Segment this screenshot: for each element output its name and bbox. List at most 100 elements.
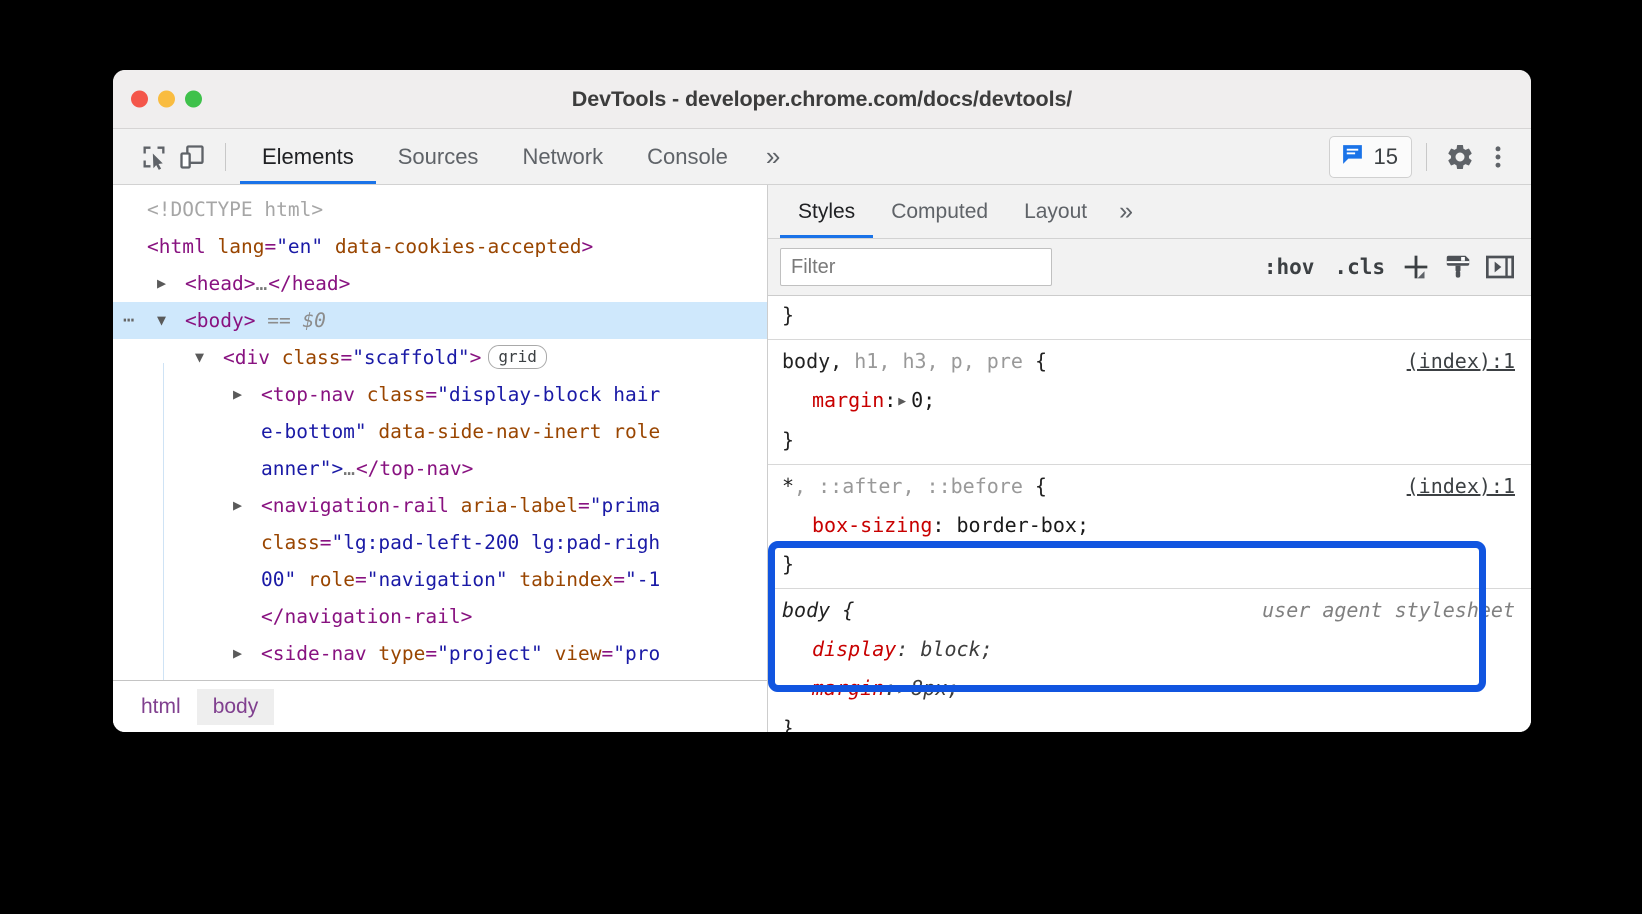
plus-icon[interactable] bbox=[1395, 246, 1437, 288]
rule-selector-line-ua[interactable]: body { user agent stylesheet bbox=[768, 591, 1531, 630]
dom-node-doctype[interactable]: <!DOCTYPE html> bbox=[113, 191, 767, 228]
tab-computed-label: Computed bbox=[891, 199, 989, 223]
inspect-element-icon[interactable] bbox=[135, 138, 173, 176]
style-rule-body-user-agent[interactable]: body { user agent stylesheet display: bl… bbox=[768, 589, 1531, 732]
dom-node-top-nav[interactable]: ▶ <top-nav class="display-block hair bbox=[113, 376, 767, 413]
selector-part-before: ::before bbox=[926, 474, 1023, 498]
dom-div-class-attr: class bbox=[281, 346, 341, 369]
tab-layout[interactable]: Layout bbox=[1006, 185, 1105, 238]
styles-toolbar: :hov .cls bbox=[768, 239, 1531, 296]
declaration-value-margin-ua[interactable]: 8px bbox=[911, 676, 947, 700]
dom-node-top-nav-cont1[interactable]: e-bottom" data-side-nav-inert role bbox=[113, 413, 767, 450]
dom-navrail-tag: navigation-rail bbox=[272, 494, 449, 517]
rule-close-line-ua: } bbox=[768, 709, 1531, 732]
tab-network[interactable]: Network bbox=[500, 129, 625, 184]
toggle-element-classes-button[interactable]: .cls bbox=[1324, 255, 1395, 279]
dom-node-navrail-cont1[interactable]: class="lg:pad-left-200 lg:pad-righ bbox=[113, 524, 767, 561]
dom-navrail-close-tag: </navigation-rail> bbox=[261, 605, 473, 628]
dom-node-navrail-close[interactable]: </navigation-rail> bbox=[113, 598, 767, 635]
dom-node-navigation-rail[interactable]: ▶ <navigation-rail aria-label="prima bbox=[113, 487, 767, 524]
toggle-pseudo-classes-button[interactable]: :hov bbox=[1254, 255, 1325, 279]
selector-sep-u2: , bbox=[902, 474, 927, 498]
node-overflow-dots[interactable]: ⋯ bbox=[123, 302, 136, 339]
console-messages-badge[interactable]: 15 bbox=[1328, 135, 1412, 178]
style-rule-universal[interactable]: *, ::after, ::before { (index):1 box-siz… bbox=[768, 465, 1531, 589]
dom-node-side-nav[interactable]: ▶ <side-nav type="project" view="pro bbox=[113, 635, 767, 672]
breadcrumb-item-body[interactable]: body bbox=[196, 688, 275, 725]
declaration-margin[interactable]: margin: ▶ 0; bbox=[768, 381, 1531, 421]
device-toolbar-icon[interactable] bbox=[173, 138, 211, 176]
style-rule-partial[interactable]: } bbox=[768, 296, 1531, 340]
gear-icon[interactable] bbox=[1441, 138, 1479, 176]
dom-node-html[interactable]: <html lang="en" data-cookies-accepted> bbox=[113, 228, 767, 265]
tab-styles[interactable]: Styles bbox=[780, 185, 874, 238]
window-titlebar: DevTools - developer.chrome.com/docs/dev… bbox=[113, 70, 1531, 129]
paintbrush-icon[interactable] bbox=[1437, 246, 1479, 288]
declaration-value-display[interactable]: block bbox=[920, 637, 980, 661]
dom-navrail-role-value: "navigation" bbox=[366, 568, 508, 591]
partial-closing-brace-line: } bbox=[768, 296, 1531, 335]
selector-part-universal: * bbox=[782, 474, 795, 498]
declaration-property-box-sizing[interactable]: box-sizing bbox=[812, 513, 932, 537]
kebab-menu-icon[interactable] bbox=[1479, 138, 1517, 176]
tab-elements[interactable]: Elements bbox=[240, 129, 376, 184]
expand-shorthand-margin-ua-icon[interactable]: ▶ bbox=[898, 670, 906, 709]
styles-pane: Styles Computed Layout » :hov bbox=[768, 185, 1531, 732]
devtools-main-toolbar: Elements Sources Network Console » 15 bbox=[113, 129, 1531, 185]
screenshot-root: DevTools - developer.chrome.com/docs/dev… bbox=[0, 0, 1642, 914]
breadcrumb: html body bbox=[113, 680, 767, 732]
selector-part-after: ::after bbox=[818, 474, 903, 498]
declaration-box-sizing[interactable]: box-sizing: border-box; bbox=[768, 506, 1531, 545]
minimize-window-button[interactable] bbox=[158, 90, 175, 108]
rule-close-line: } bbox=[768, 421, 1531, 460]
dom-html-tag: html bbox=[158, 235, 206, 258]
tab-sources[interactable]: Sources bbox=[376, 129, 501, 184]
toolbar-right-group: 15 bbox=[1328, 135, 1517, 178]
tab-computed[interactable]: Computed bbox=[873, 185, 1006, 238]
declaration-property-display[interactable]: display bbox=[812, 637, 896, 661]
dom-node-body[interactable]: ⋯ ▼ <body> == $0 bbox=[113, 302, 767, 339]
head-ellipsis: … bbox=[255, 272, 269, 295]
rule-origin-link-universal[interactable]: (index):1 bbox=[1407, 467, 1515, 506]
dom-node-head[interactable]: ▶ <head>…</head> bbox=[113, 265, 767, 302]
dom-node-top-nav-cont2[interactable]: anner">…</top-nav> bbox=[113, 450, 767, 487]
styles-rules-list[interactable]: } body, h1, h3, p, pre { (index):1 margi… bbox=[768, 296, 1531, 732]
selector-part-h3: h3 bbox=[902, 349, 927, 373]
dom-node-navrail-cont2[interactable]: 00" role="navigation" tabindex="-1 bbox=[113, 561, 767, 598]
declaration-margin-ua[interactable]: margin: ▶ 8px; bbox=[768, 669, 1531, 709]
devtools-body: <!DOCTYPE html> <html lang="en" data-coo… bbox=[113, 185, 1531, 732]
expand-triangle-navrail-icon[interactable]: ▶ bbox=[233, 487, 242, 524]
declaration-property[interactable]: margin bbox=[812, 388, 884, 412]
declaration-value-box-sizing[interactable]: border-box bbox=[957, 513, 1077, 537]
tab-styles-label: Styles bbox=[798, 199, 856, 223]
dom-node-div-scaffold[interactable]: ▼ <div class="scaffold"> grid bbox=[113, 339, 767, 376]
tab-layout-label: Layout bbox=[1024, 199, 1088, 223]
close-window-button[interactable] bbox=[131, 90, 148, 108]
breadcrumb-item-html[interactable]: html bbox=[125, 689, 197, 725]
rule-selector-line[interactable]: body, h1, h3, p, pre { (index):1 bbox=[768, 342, 1531, 381]
tab-elements-label: Elements bbox=[262, 143, 354, 169]
tab-console[interactable]: Console bbox=[625, 129, 750, 184]
more-styles-tabs-button[interactable]: » bbox=[1105, 185, 1147, 238]
expand-triangle-sidenav-icon[interactable]: ▶ bbox=[233, 635, 242, 672]
collapse-triangle-scaffold-icon[interactable]: ▼ bbox=[195, 339, 204, 376]
expand-shorthand-icon[interactable]: ▶ bbox=[898, 382, 906, 421]
declaration-display[interactable]: display: block; bbox=[768, 630, 1531, 669]
selector-part-p: p bbox=[950, 349, 963, 373]
chevron-double-right-icon: » bbox=[765, 141, 781, 171]
expand-triangle-topnav-icon[interactable]: ▶ bbox=[233, 376, 242, 413]
maximize-window-button[interactable] bbox=[185, 90, 202, 108]
collapse-sidebar-icon[interactable] bbox=[1479, 246, 1521, 288]
declaration-property-margin-ua[interactable]: margin bbox=[812, 676, 884, 700]
more-panels-button[interactable]: » bbox=[750, 129, 796, 184]
rule-selector-line-universal[interactable]: *, ::after, ::before { (index):1 bbox=[768, 467, 1531, 506]
rule-origin-link[interactable]: (index):1 bbox=[1407, 342, 1515, 381]
expand-triangle-head-icon[interactable]: ▶ bbox=[157, 265, 166, 302]
collapse-triangle-body-icon[interactable]: ▼ bbox=[157, 302, 166, 339]
declaration-value[interactable]: 0 bbox=[911, 388, 923, 412]
filter-input[interactable] bbox=[780, 248, 1052, 286]
grid-badge[interactable]: grid bbox=[488, 345, 547, 369]
style-rule-body-h1-h3-p-pre[interactable]: body, h1, h3, p, pre { (index):1 margin:… bbox=[768, 340, 1531, 465]
dom-tree[interactable]: <!DOCTYPE html> <html lang="en" data-coo… bbox=[113, 185, 767, 680]
partial-closing-brace: } bbox=[782, 303, 795, 327]
